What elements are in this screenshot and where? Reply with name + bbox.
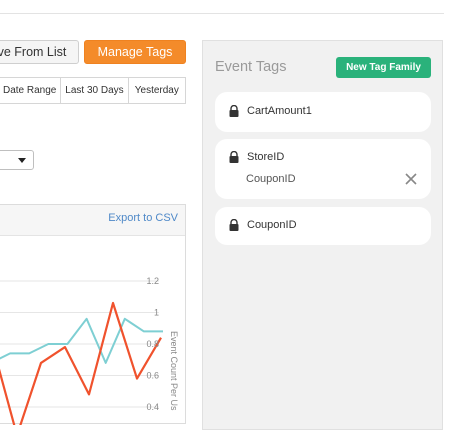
lock-icon [229,105,239,117]
chevron-down-icon [18,158,26,163]
date-range-option-yesterday[interactable]: Yesterday [129,78,185,103]
date-range-selector: Date Range Last 30 Days Yesterday [0,77,186,104]
tag-card-storeid[interactable]: StoreID CouponID [215,139,431,199]
top-divider [0,13,444,14]
date-range-option-last-30-days[interactable]: Last 30 Days [61,78,129,103]
tag-child-name: CouponID [246,173,296,185]
y-tick-label: 1 [154,308,159,318]
lock-icon [229,151,239,163]
tag-name: CartAmount1 [247,105,312,117]
y-tick-label: 0.6 [146,371,159,381]
y-tick-label: 1.2 [146,276,159,286]
date-range-option-custom[interactable]: Date Range [0,78,62,103]
tag-card-couponid[interactable]: CouponID [215,207,431,245]
event-tags-panel: Event Tags New Tag Family CartAmount1 St… [202,40,443,430]
series-line-1 [0,317,163,364]
line-chart: 1.2 1 0.8 0.6 0.4 Event Count Per Us [0,276,179,425]
close-icon[interactable] [405,173,417,185]
y-tick-label: 0.4 [146,402,159,412]
event-tags-title: Event Tags [215,59,287,75]
manage-tags-button[interactable]: Manage Tags [84,40,186,64]
event-select-dropdown[interactable] [0,150,34,170]
remove-from-list-button[interactable]: ove From List [0,40,79,64]
tag-name: CouponID [247,219,297,231]
tag-card-cartamount1[interactable]: CartAmount1 [215,92,431,132]
tag-name: StoreID [247,151,285,163]
chart-panel: Export to CSV 1.2 1 0.8 0.6 0.4 Event Count … [0,204,186,425]
lock-icon [229,219,239,231]
new-tag-family-button[interactable]: New Tag Family [336,57,431,78]
y-axis-label: Event Count Per Us [169,331,179,411]
y-tick-label: 0.8 [146,339,159,349]
